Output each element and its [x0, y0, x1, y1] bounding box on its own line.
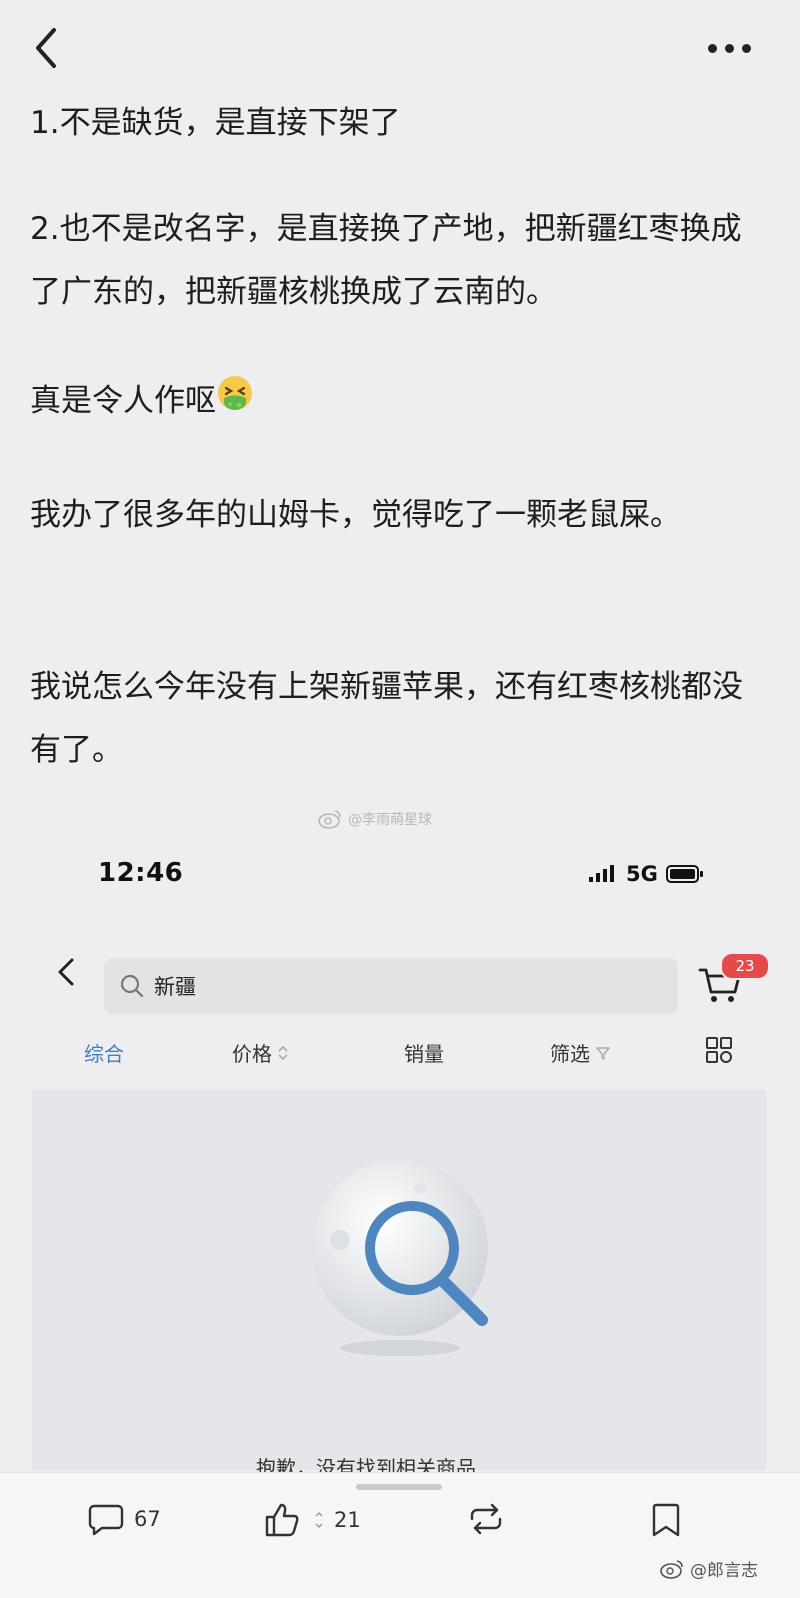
back-button[interactable] — [28, 22, 68, 74]
weibo-logo-icon — [318, 810, 341, 829]
status-time: 12:46 — [98, 858, 184, 888]
post-paragraph-5: 我说怎么今年没有上架新疆苹果，还有红枣核桃都没有了。 — [30, 669, 743, 768]
more-options-button[interactable] — [708, 38, 760, 58]
corner-watermark: @郎言志 — [660, 1556, 758, 1581]
corner-watermark-text: @郎言志 — [690, 1561, 758, 1581]
grid-view-icon — [706, 1037, 732, 1063]
tab-filter[interactable]: 筛选 — [550, 1038, 611, 1067]
empty-search-illustration-icon — [300, 1148, 520, 1368]
network-type: 5G — [626, 862, 658, 886]
search-query: 新疆 — [154, 975, 196, 999]
filter-funnel-icon — [596, 1046, 610, 1060]
sort-arrows-icon — [278, 1045, 288, 1060]
weibo-logo-icon — [660, 1559, 683, 1579]
favorite-button[interactable] — [650, 1502, 682, 1538]
tab-label: 综合 — [84, 1042, 124, 1066]
search-back-button[interactable] — [52, 952, 82, 992]
tab-label: 价格 — [232, 1042, 272, 1066]
comment-icon — [88, 1504, 124, 1536]
post-paragraph-1: 1.不是缺货，是直接下架了 — [30, 105, 401, 141]
chevron-left-icon — [58, 958, 74, 986]
like-count: 21 — [334, 1508, 361, 1532]
like-updown-icon — [315, 1512, 323, 1528]
post-paragraph-4: 我办了很多年的山姆卡，觉得吃了一颗老鼠屎。 — [30, 497, 681, 533]
repost-button[interactable] — [466, 1502, 506, 1536]
search-icon — [120, 974, 144, 998]
chevron-left-icon — [36, 28, 56, 68]
tab-price[interactable]: 价格 — [232, 1038, 289, 1067]
tab-label: 销量 — [404, 1042, 444, 1066]
like-button[interactable]: 21 — [264, 1502, 361, 1538]
tab-comprehensive[interactable]: 综合 — [84, 1038, 124, 1067]
post-paragraph-3: 真是令人作呕 — [30, 383, 216, 419]
more-dot — [708, 43, 717, 53]
home-indicator — [356, 1484, 442, 1490]
more-dot — [742, 43, 751, 53]
bookmark-icon — [652, 1503, 680, 1537]
tab-sales[interactable]: 销量 — [404, 1038, 444, 1067]
nauseated-face-emoji-icon — [216, 371, 254, 434]
post-paragraph-3-row: 真是令人作呕 — [30, 370, 760, 434]
weibo-watermark: @李雨萌星球 — [318, 806, 432, 832]
comment-button[interactable]: 67 — [88, 1502, 161, 1536]
search-input[interactable]: 新疆 — [104, 958, 678, 1014]
signal-icon — [589, 865, 614, 882]
tab-label: 筛选 — [550, 1042, 590, 1066]
post-paragraph-2: 2.也不是改名字，是直接换了产地，把新疆红枣换成了广东的，把新疆核桃换成了云南的… — [30, 211, 742, 310]
thumbs-up-icon — [265, 1503, 299, 1537]
status-indicators: 5G — [588, 862, 704, 886]
more-dot — [725, 43, 734, 53]
watermark-text: @李雨萌星球 — [348, 812, 432, 828]
comment-count: 67 — [134, 1507, 161, 1531]
repost-icon — [470, 1503, 502, 1535]
battery-icon — [665, 865, 703, 883]
layout-toggle-button[interactable] — [705, 1036, 733, 1064]
cart-count-badge: 23 — [720, 952, 770, 980]
